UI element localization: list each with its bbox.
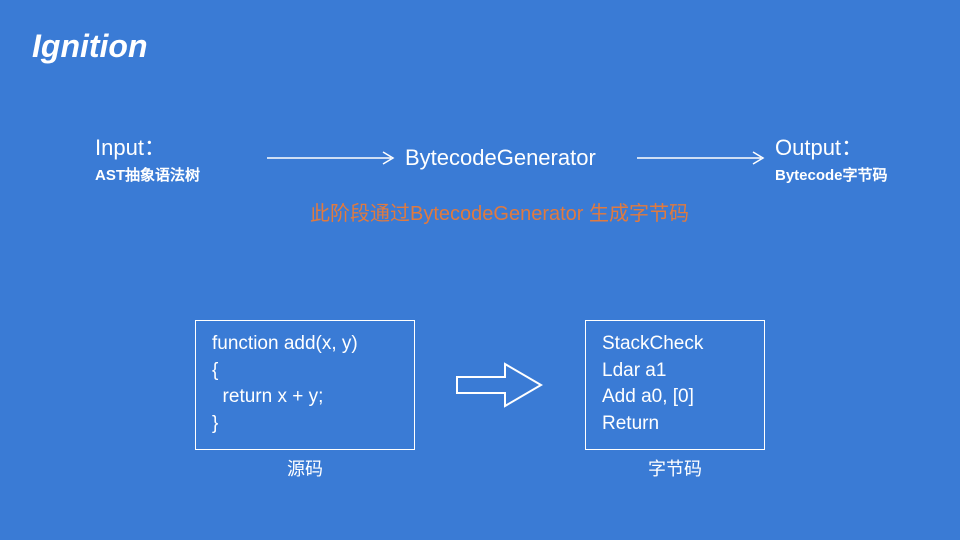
flow-output-sublabel: Bytecode字节码 [775,164,945,185]
page-title: Ignition [32,28,148,65]
example-row: function add(x, y) { return x + y; } Sta… [0,320,960,450]
arrow-right-icon [635,148,775,168]
flow-center-node: BytecodeGenerator [405,145,635,171]
flow-input-node: Input： AST抽象语法树 [95,130,265,185]
bytecode-box: StackCheck Ldar a1 Add a0, [0] Return [585,320,765,450]
flow-output-node: Output： Bytecode字节码 [775,130,945,185]
flow-center-label: BytecodeGenerator [405,145,635,171]
caption-spacer [455,455,545,481]
caption-row: 源码 字节码 [0,455,960,481]
arrow-right-icon [265,148,405,168]
flow-input-sublabel: AST抽象语法树 [95,164,265,185]
big-arrow-right-icon [455,360,545,410]
flow-output-label: Output： [775,130,945,162]
stage-annotation: 此阶段通过BytecodeGenerator 生成字节码 [310,200,689,228]
flow-row: Input： AST抽象语法树 BytecodeGenerator Output… [0,130,960,185]
source-code-box: function add(x, y) { return x + y; } [195,320,415,450]
caption-source: 源码 [195,455,415,481]
flow-input-label: Input： [95,130,265,162]
caption-bytecode: 字节码 [585,455,765,481]
